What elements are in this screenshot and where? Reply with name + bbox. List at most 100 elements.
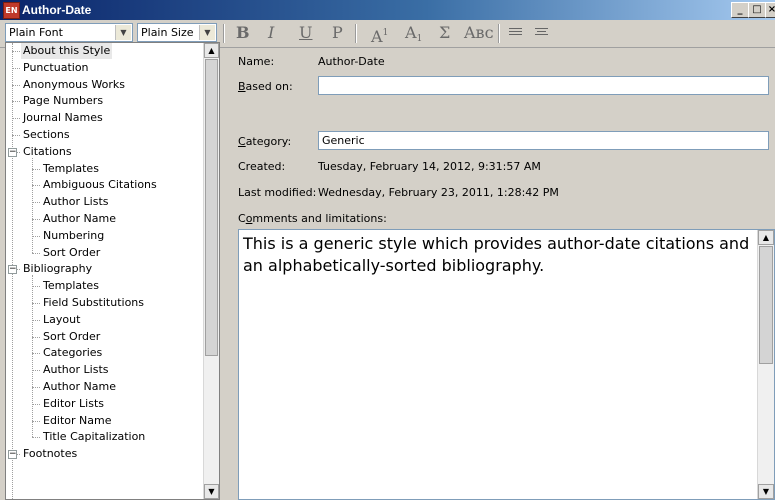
tree-item-about-this-style[interactable]: About this Style	[21, 43, 113, 59]
name-label: Name:	[238, 55, 275, 68]
style-editor-window: EN Author-Date _ □ × Plain Font ▼ Plain …	[0, 0, 775, 500]
tree-item-author-lists[interactable]: Author Lists	[41, 194, 111, 210]
tree-connector	[12, 84, 20, 86]
created-label: Created:	[238, 160, 286, 173]
comments-label: Comments and limitations:	[238, 212, 387, 225]
tree-item-ambiguous-citations[interactable]: Ambiguous Citations	[41, 177, 159, 193]
tree-vertical-scrollbar[interactable]: ▲ ▼	[203, 43, 219, 499]
tree-connector	[32, 252, 40, 254]
underline-button[interactable]: U	[299, 23, 312, 43]
tree-connector	[32, 319, 40, 321]
tree-item-anonymous-works[interactable]: Anonymous Works	[21, 77, 127, 93]
tree-item-footnotes[interactable]: Footnotes	[21, 446, 79, 462]
tree-item-editor-lists[interactable]: Editor Lists	[41, 396, 106, 412]
tree-connector	[32, 353, 40, 355]
tree-connector	[32, 168, 40, 170]
tree-connector	[32, 403, 40, 405]
tree-connector	[32, 219, 40, 220]
tree-branch-line	[32, 275, 33, 438]
tree-item-templates[interactable]: Templates	[41, 161, 101, 177]
tree-item-author-name[interactable]: Author Name	[41, 379, 118, 395]
tree-item-journal-names[interactable]: Journal Names	[21, 110, 105, 126]
minimize-button[interactable]: _	[731, 2, 749, 18]
window-title: Author-Date	[22, 3, 92, 17]
created-value: Tuesday, February 14, 2012, 9:31:57 AM	[318, 160, 541, 173]
tree-connector	[32, 185, 40, 187]
tree-item-layout[interactable]: Layout	[41, 312, 82, 328]
tree-connector	[32, 370, 40, 372]
collapse-icon[interactable]: −	[8, 265, 17, 275]
collapse-icon[interactable]: −	[8, 147, 17, 157]
justify-align-icon[interactable]	[509, 28, 522, 38]
tree-item-categories[interactable]: Categories	[41, 345, 104, 361]
close-button[interactable]: ×	[765, 2, 775, 18]
scroll-thumb[interactable]	[205, 59, 218, 356]
size-combo[interactable]: Plain Size ▼	[137, 23, 217, 42]
small-caps-button[interactable]: Aʙᴄ	[464, 23, 494, 43]
style-sections-tree: About this Style Punctuation Anonymous Wor…	[5, 42, 220, 500]
subscript-button[interactable]: A1	[405, 23, 423, 44]
center-align-icon[interactable]	[535, 28, 548, 38]
tree-item-editor-name[interactable]: Editor Name	[41, 413, 114, 429]
tree-item-sort-order[interactable]: Sort Order	[41, 245, 102, 261]
tree-item-numbering[interactable]: Numbering	[41, 228, 106, 244]
scroll-down-icon[interactable]: ▼	[204, 484, 219, 499]
toolbar-separator	[223, 24, 225, 43]
collapse-icon[interactable]: −	[8, 450, 17, 460]
based-on-label: Based on:	[238, 80, 293, 93]
category-label: Category:	[238, 135, 292, 148]
scroll-down-icon[interactable]: ▼	[758, 484, 774, 499]
tree-connector	[32, 202, 40, 204]
tree-item-field-substitutions[interactable]: Field Substitutions	[41, 295, 146, 311]
tree-item-citations[interactable]: Citations	[21, 144, 74, 160]
tree-connector	[12, 67, 20, 69]
tree-item-punctuation[interactable]: Punctuation	[21, 60, 91, 76]
maximize-button[interactable]: □	[748, 2, 766, 18]
toolbar-separator	[498, 24, 500, 43]
tree-connector	[12, 118, 20, 120]
tree-connector	[12, 135, 20, 136]
superscript-button[interactable]: A1	[371, 23, 389, 46]
scroll-up-icon[interactable]: ▲	[204, 43, 219, 58]
based-on-field[interactable]	[318, 76, 769, 95]
toolbar-separator	[355, 24, 357, 43]
bold-button[interactable]: B	[236, 23, 250, 43]
name-value: Author-Date	[318, 55, 385, 68]
comments-vertical-scrollbar[interactable]: ▲ ▼	[757, 230, 774, 499]
tree-connector	[32, 420, 40, 422]
superscript-base: A	[371, 27, 383, 46]
tree-item-bibliography[interactable]: Bibliography	[21, 261, 94, 277]
size-combo-value: Plain Size	[141, 26, 194, 39]
tree-item-templates[interactable]: Templates	[41, 278, 101, 294]
comments-text: This is a generic style which provides a…	[243, 234, 750, 275]
chevron-down-icon[interactable]: ▼	[199, 25, 215, 40]
italic-button[interactable]: I	[268, 23, 274, 43]
font-combo-value: Plain Font	[9, 26, 63, 39]
plain-button[interactable]: P	[332, 23, 343, 43]
tree-item-author-lists[interactable]: Author Lists	[41, 362, 111, 378]
tree-connector	[12, 51, 20, 52]
tree-item-page-numbers[interactable]: Page Numbers	[21, 93, 105, 109]
tree-item-sort-order[interactable]: Sort Order	[41, 329, 102, 345]
tree-item-sections[interactable]: Sections	[21, 127, 72, 143]
last-modified-value: Wednesday, February 23, 2011, 1:28:42 PM	[318, 186, 559, 199]
tree-item-title-capitalization[interactable]: Title Capitalization	[41, 429, 147, 445]
font-combo[interactable]: Plain Font ▼	[5, 23, 133, 42]
chevron-down-icon[interactable]: ▼	[115, 25, 131, 40]
superscript-mark: 1	[382, 28, 389, 38]
tree-connector	[12, 101, 20, 103]
category-field[interactable]: Generic	[318, 131, 769, 150]
tree-connector	[32, 336, 40, 338]
comments-textarea[interactable]: This is a generic style which provides a…	[238, 229, 775, 500]
tree-connector	[32, 286, 40, 288]
scroll-up-icon[interactable]: ▲	[758, 230, 774, 245]
title-bar[interactable]: EN Author-Date _ □ ×	[0, 0, 775, 20]
symbol-button[interactable]: Σ	[439, 23, 450, 43]
endnote-app-icon: EN	[3, 2, 20, 19]
last-modified-label: Last modified:	[238, 186, 317, 199]
tree-branch-line	[32, 157, 33, 253]
tree-connector	[32, 235, 40, 237]
subscript-mark: 1	[416, 34, 423, 44]
scroll-thumb[interactable]	[759, 246, 773, 364]
tree-item-author-name[interactable]: Author Name	[41, 211, 118, 227]
